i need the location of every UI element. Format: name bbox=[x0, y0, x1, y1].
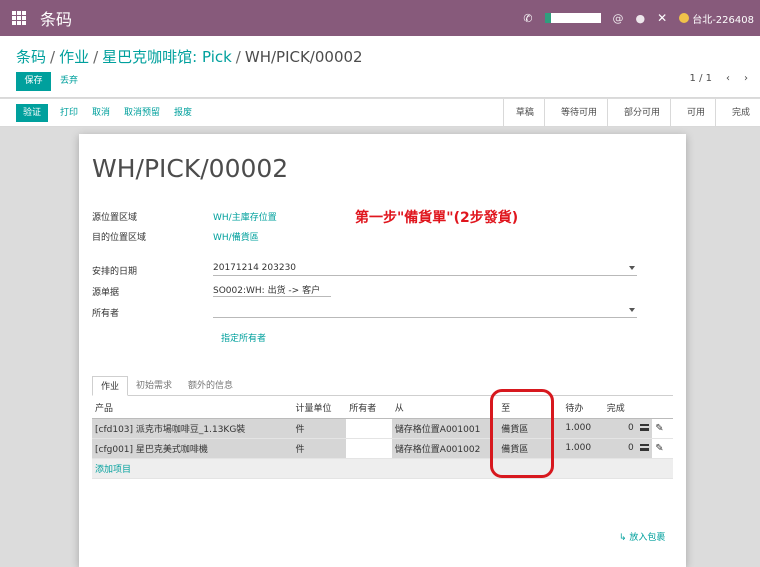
cell-product: [cfd103] 派克市場咖啡豆_1.13KG裝 bbox=[92, 418, 293, 439]
list-details-icon[interactable] bbox=[639, 444, 649, 451]
chevron-down-icon bbox=[629, 308, 635, 312]
cell-todo: 1.000 bbox=[562, 438, 604, 459]
hardware-status-bar[interactable] bbox=[544, 13, 601, 23]
at-icon[interactable]: @ bbox=[613, 12, 624, 25]
scheduled-date-field[interactable]: 20171214 203230 bbox=[213, 262, 637, 276]
cell-owner bbox=[346, 438, 392, 459]
column-header-done[interactable]: 完成 bbox=[603, 398, 637, 419]
cell-done[interactable]: 0 bbox=[603, 418, 637, 439]
cell-uom: 件 bbox=[292, 418, 347, 439]
breadcrumb-item-picking-type[interactable]: 星巴克咖啡馆: Pick bbox=[102, 48, 232, 66]
breadcrumb-item-barcode[interactable]: 条码 bbox=[16, 48, 46, 66]
dest-location-label: 目的位置区域 bbox=[92, 233, 147, 243]
unreserve-button[interactable]: 取消预留 bbox=[124, 104, 160, 122]
column-header-actions bbox=[636, 398, 653, 419]
control-panel: 条码 / 作业 / 星巴克咖啡馆: Pick / WH/PICK/00002 保存 丢弃 1… bbox=[0, 36, 760, 98]
systray: ✆ @ ● ✕ 台北-226408 bbox=[523, 0, 754, 36]
stage-available[interactable]: 可用 bbox=[669, 99, 715, 127]
cell-details[interactable] bbox=[636, 418, 653, 439]
discard-button[interactable]: 丢弃 bbox=[60, 72, 78, 91]
cancel-button[interactable]: 取消 bbox=[92, 104, 110, 122]
tab-initial-demand[interactable]: 初始需求 bbox=[128, 376, 180, 395]
record-title: WH/PICK/00002 bbox=[92, 154, 289, 183]
pencil-icon[interactable]: ✎ bbox=[655, 423, 663, 434]
add-line-row: 添加项目 bbox=[92, 458, 673, 479]
source-document-value: SO002:WH: 出货 -> 客户 bbox=[213, 286, 321, 296]
stage-partially-available[interactable]: 部分可用 bbox=[606, 99, 670, 127]
red-highlight-circle bbox=[490, 389, 554, 478]
put-in-pack-link[interactable]: ↳ 放入包裹 bbox=[619, 530, 665, 543]
stage-draft[interactable]: 草稿 bbox=[502, 99, 544, 127]
table-row[interactable]: [cfg001] 星巴克美式咖啡機 件 儲存格位置A001002 備貨區 1.0… bbox=[92, 438, 673, 459]
cell-uom: 件 bbox=[292, 438, 347, 459]
action-buttons: 验证 打印 取消 取消预留 报废 bbox=[16, 104, 192, 122]
top-navbar: 条码 ✆ @ ● ✕ 台北-226408 bbox=[0, 0, 760, 36]
column-header-todo[interactable]: 待办 bbox=[562, 398, 604, 419]
list-details-icon[interactable] bbox=[639, 424, 649, 431]
form-sheet: WH/PICK/00002 第一步"備貨單"(2步發貨) 源位置区域 WH/主庫… bbox=[79, 134, 686, 567]
pencil-icon[interactable]: ✎ bbox=[655, 443, 663, 454]
breadcrumb-separator: / bbox=[50, 48, 56, 66]
column-header-uom[interactable]: 计量单位 bbox=[292, 398, 347, 419]
cell-owner bbox=[346, 418, 392, 439]
scheduled-date-value: 20171214 203230 bbox=[213, 263, 297, 273]
operations-table: 产品 计量单位 所有者 从 至 待办 完成 [cfd103] 派克市場咖啡豆_1… bbox=[92, 398, 673, 479]
apps-grid-icon[interactable] bbox=[12, 11, 26, 25]
dest-location-value[interactable]: WH/備貨區 bbox=[213, 230, 259, 243]
pager-next-icon[interactable]: › bbox=[744, 73, 748, 84]
user-label: 台北-226408 bbox=[692, 14, 754, 26]
print-button[interactable]: 打印 bbox=[60, 104, 78, 122]
column-header-from[interactable]: 从 bbox=[391, 398, 499, 419]
validate-button[interactable]: 验证 bbox=[16, 104, 48, 122]
add-item-link[interactable]: 添加项目 bbox=[92, 458, 673, 479]
stage-done[interactable]: 完成 bbox=[714, 99, 760, 127]
cell-product: [cfg001] 星巴克美式咖啡機 bbox=[92, 438, 293, 459]
app-title: 条码 bbox=[40, 10, 73, 29]
pager: 1 / 1 ‹ › bbox=[690, 73, 748, 84]
cell-from: 儲存格位置A001002 bbox=[391, 438, 499, 459]
red-annotation: 第一步"備貨單"(2步發貨) bbox=[355, 210, 519, 226]
scheduled-date-label: 安排的日期 bbox=[92, 267, 138, 277]
cell-details[interactable] bbox=[636, 438, 653, 459]
source-document-label: 源单据 bbox=[92, 288, 120, 298]
tab-operations[interactable]: 作业 bbox=[92, 376, 129, 396]
close-x-icon[interactable]: ✕ bbox=[657, 11, 667, 25]
source-location-value[interactable]: WH/主庫存位置 bbox=[213, 210, 277, 223]
source-location-label: 源位置区域 bbox=[92, 213, 138, 223]
chat-icon[interactable]: ● bbox=[636, 12, 646, 25]
assign-owner-link[interactable]: 指定所有者 bbox=[221, 331, 266, 344]
source-document-field[interactable]: SO002:WH: 出货 -> 客户 bbox=[213, 283, 331, 297]
breadcrumb-separator: / bbox=[93, 48, 99, 66]
user-menu[interactable]: 台北-226408 bbox=[679, 11, 754, 26]
pager-prev-icon[interactable]: ‹ bbox=[726, 73, 730, 84]
breadcrumb-item-operations[interactable]: 作业 bbox=[59, 48, 89, 66]
notebook-tabs: 作业 初始需求 额外的信息 bbox=[92, 376, 673, 396]
chevron-down-icon bbox=[629, 266, 635, 270]
breadcrumb-current: WH/PICK/00002 bbox=[244, 48, 363, 66]
owner-label: 所有者 bbox=[92, 309, 120, 319]
cell-done[interactable]: 0 bbox=[603, 438, 637, 459]
table-row[interactable]: [cfd103] 派克市場咖啡豆_1.13KG裝 件 儲存格位置A001001 … bbox=[92, 418, 673, 439]
cell-edit[interactable]: ✎ bbox=[652, 418, 673, 439]
cell-todo: 1.000 bbox=[562, 418, 604, 439]
stage-bar: 草稿 等待可用 部分可用 可用 完成 bbox=[502, 99, 760, 127]
cell-edit[interactable]: ✎ bbox=[652, 438, 673, 459]
column-header-owner[interactable]: 所有者 bbox=[346, 398, 392, 419]
save-button[interactable]: 保存 bbox=[16, 72, 51, 91]
phone-icon[interactable]: ✆ bbox=[523, 12, 532, 25]
owner-field[interactable] bbox=[213, 304, 637, 318]
status-bar: 验证 打印 取消 取消预留 报废 草稿 等待可用 部分可用 可用 完成 bbox=[0, 99, 760, 127]
column-header-edit bbox=[652, 398, 673, 419]
tab-additional-info[interactable]: 额外的信息 bbox=[180, 376, 241, 395]
breadcrumb-separator: / bbox=[235, 48, 241, 66]
stage-waiting[interactable]: 等待可用 bbox=[543, 99, 607, 127]
cell-from: 儲存格位置A001001 bbox=[391, 418, 499, 439]
pager-value[interactable]: 1 / 1 bbox=[690, 73, 712, 84]
breadcrumb: 条码 / 作业 / 星巴克咖啡馆: Pick / WH/PICK/00002 bbox=[16, 46, 363, 67]
scrap-button[interactable]: 报废 bbox=[174, 104, 192, 122]
column-header-product[interactable]: 产品 bbox=[92, 398, 293, 419]
user-avatar-icon bbox=[679, 13, 690, 23]
